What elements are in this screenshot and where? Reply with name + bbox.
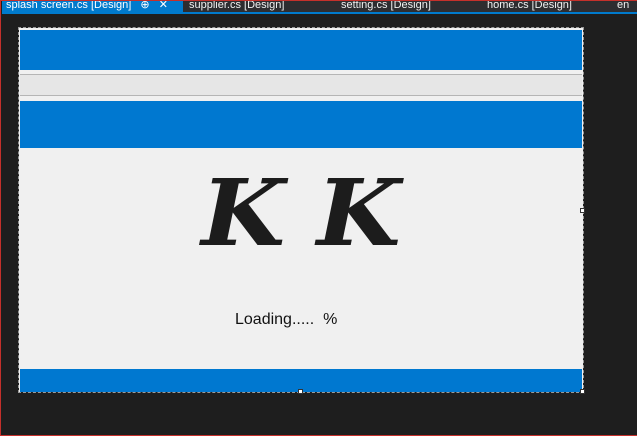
tab-setting[interactable]: setting.cs [Design] [337,1,477,12]
tab-label: splash screen.cs [Design] [6,1,132,11]
loading-label[interactable]: Loading..... % [235,311,337,329]
designer-surface: KK Loading..... % [2,14,637,435]
resize-handle-right[interactable] [580,208,585,213]
tab-label: setting.cs [Design] [341,1,431,11]
grey-separator-strip[interactable] [20,74,582,96]
pin-icon[interactable]: ⊕ [140,1,149,11]
splash-form[interactable]: KK Loading..... % [18,27,584,393]
resize-handle-corner[interactable] [580,389,585,394]
close-icon[interactable]: ✕ [159,1,168,11]
tab-label: supplier.cs [Design] [189,1,285,11]
tab-label: en [617,1,630,11]
document-tab-strip: splash screen.cs [Design] ⊕ ✕ supplier.c… [2,1,637,12]
top-blue-panel[interactable] [20,30,582,70]
logo-text[interactable]: KK [6,167,596,259]
resize-handle-bottom[interactable] [298,389,303,394]
ide-window: splash screen.cs [Design] ⊕ ✕ supplier.c… [0,0,637,436]
middle-blue-panel[interactable] [20,101,582,148]
tab-splash-screen[interactable]: splash screen.cs [Design] ⊕ ✕ [2,1,183,12]
tab-label: home.cs [Design] [487,1,572,11]
tab-overflow[interactable]: en [613,1,637,12]
tab-supplier[interactable]: supplier.cs [Design] [185,1,333,12]
tab-home[interactable]: home.cs [Design] [483,1,613,12]
